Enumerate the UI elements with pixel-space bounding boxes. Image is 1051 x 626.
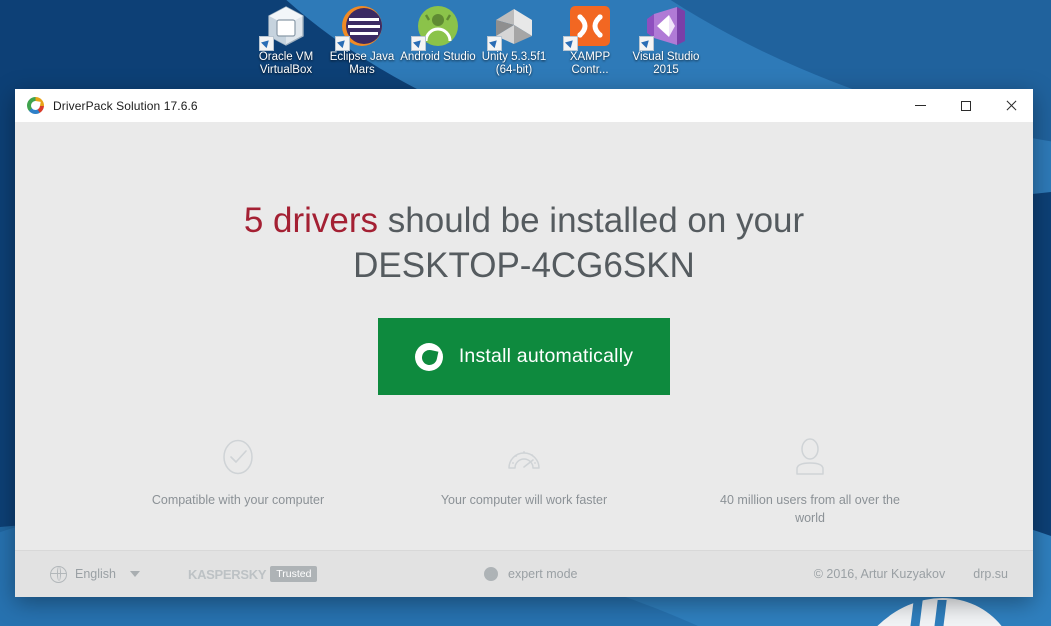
site-link[interactable]: drp.su [973,567,1008,581]
desktop-icon-label: Oracle VM VirtualBox [258,51,314,76]
desktop-icon-visual-studio-2015[interactable]: Visual Studio 2015 [628,2,704,77]
globe-icon [50,565,67,583]
window-body: 5 drivers should be installed on your DE… [15,122,1033,550]
chevron-down-icon [130,571,140,577]
shortcut-overlay-icon [639,36,654,51]
window-titlebar[interactable]: DriverPack Solution 17.6.6 [15,89,1033,122]
desktop-icon-label: Unity 5.3.5f1 (64-bit) [481,51,547,76]
window-footer: English KASPERSKY Trusted expert mode © … [15,550,1033,597]
desktop-icon-eclipse-java-mars[interactable]: Eclipse Java Mars [324,2,400,77]
feature-item: Compatible with your computer [95,435,381,527]
expert-mode-label: expert mode [508,567,578,581]
feature-item: 40 million users from all over the world [667,435,953,527]
visual-studio-icon [639,2,690,51]
desktop-icon-android-studio[interactable]: Android Studio [400,2,476,77]
android-studio-icon [411,2,462,51]
install-button-label: Install automatically [458,345,634,367]
shortcut-overlay-icon [563,36,578,51]
trusted-label: Trusted [270,565,318,583]
page-title: 5 drivers should be installed on your DE… [164,198,884,288]
maximize-icon [960,100,971,111]
kaspersky-trusted-badge: KASPERSKY Trusted [188,565,318,583]
window-title: DriverPack Solution 17.6.6 [53,98,198,113]
footer-right-group: © 2016, Artur Kuzyakov drp.su [814,567,1008,581]
titlebar-left-group: DriverPack Solution 17.6.6 [15,97,198,114]
feature-item: Your computer will work faster [381,435,667,527]
copyright-label: © 2016, Artur Kuzyakov [813,567,946,581]
desktop-icon-label: Eclipse Java Mars [329,51,395,76]
feature-label: Compatible with your computer [151,493,325,507]
desktop-icon-xampp-control[interactable]: XAMPP Contr... [552,2,628,77]
shortcut-overlay-icon [335,36,350,51]
xampp-icon [563,2,614,51]
gear-icon [484,567,498,581]
driverpack-window: DriverPack Solution 17.6.6 5 drivers sho… [15,89,1033,597]
feature-label: Your computer will work faster [440,493,608,507]
headline-rest: should be installed on your [378,201,805,240]
desktop-icon-row: Oracle VM VirtualBox Eclipse Java Mars A… [248,2,704,77]
desktop-icon-label: Android Studio [400,51,476,63]
desktop-icon-label: XAMPP Contr... [569,51,611,76]
check-circle-icon [217,435,259,479]
kaspersky-brand-label: KASPERSKY [188,566,267,582]
minimize-button[interactable] [898,89,943,122]
minimize-icon [915,105,926,106]
shortcut-overlay-icon [411,36,426,51]
expert-mode-button[interactable]: expert mode [484,567,577,581]
unity-icon [487,2,538,51]
driverpack-logo-icon [27,97,44,114]
shortcut-overlay-icon [259,36,274,51]
language-label: English [75,567,116,581]
eclipse-icon [335,2,386,51]
virtualbox-icon [259,2,310,51]
maximize-button[interactable] [943,89,988,122]
desktop-icon-unity[interactable]: Unity 5.3.5f1 (64-bit) [476,2,552,77]
machine-name: DESKTOP-4CG6SKN [353,246,695,285]
speedometer-icon [503,435,545,479]
driver-count: 5 drivers [243,201,379,240]
close-icon [1005,100,1017,112]
driverpack-button-logo-icon [414,342,443,371]
feature-label: 40 million users from all over the world [720,493,900,525]
close-button[interactable] [988,89,1033,122]
install-automatically-button[interactable]: Install automatically [378,318,670,395]
desktop-icon-label: Visual Studio 2015 [632,51,700,76]
feature-list: Compatible with your computer Your compu… [95,435,953,527]
desktop: Oracle VM VirtualBox Eclipse Java Mars A… [0,0,1051,626]
desktop-icon-oracle-vm-virtualbox[interactable]: Oracle VM VirtualBox [248,2,324,77]
shortcut-overlay-icon [487,36,502,51]
user-icon [789,435,831,479]
language-selector[interactable]: English [50,565,140,583]
window-controls [898,89,1033,122]
